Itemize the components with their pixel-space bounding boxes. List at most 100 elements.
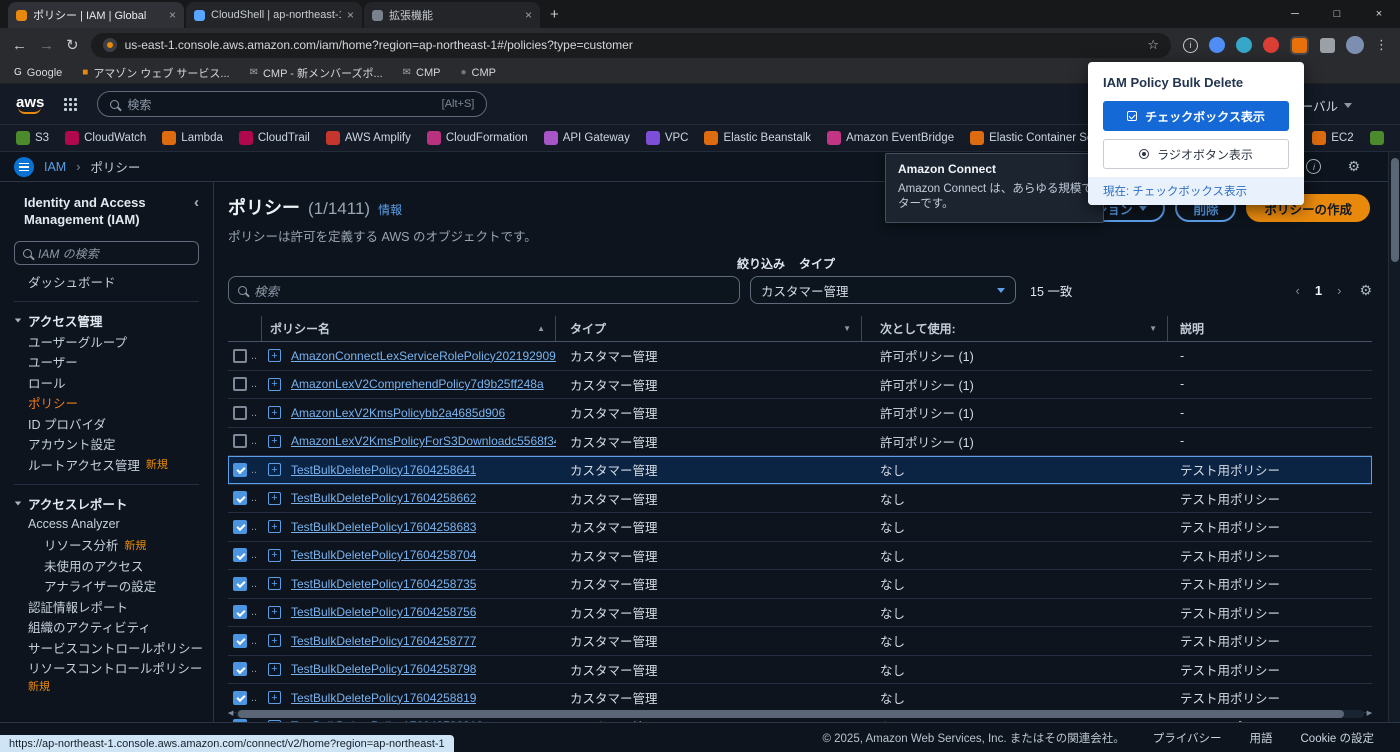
- table-row[interactable]: .. + TestBulkDeletePolicy17604258641 カスタマー管…: [228, 456, 1372, 485]
- sidebar-item[interactable]: ID プロバイダ: [0, 413, 213, 434]
- expand-policy-icon[interactable]: +: [268, 349, 281, 363]
- cookie-settings-link[interactable]: Cookie の設定: [1301, 730, 1375, 746]
- extensions-puzzle-icon[interactable]: [1320, 37, 1335, 53]
- browser-tab[interactable]: CloudShell | ap-northeast-1 ×: [186, 2, 362, 28]
- expand-policy-icon[interactable]: +: [268, 662, 281, 676]
- current-page[interactable]: 1: [1315, 283, 1322, 298]
- terms-link[interactable]: 用語: [1250, 730, 1273, 746]
- info-icon[interactable]: i: [1306, 159, 1322, 174]
- row-checkbox[interactable]: [233, 434, 247, 449]
- sidebar-search-box[interactable]: IAM の検索: [14, 241, 199, 265]
- tab-close-icon[interactable]: ×: [347, 8, 354, 22]
- policy-name-link[interactable]: TestBulkDeletePolicy17604258756: [291, 605, 476, 619]
- service-favorite[interactable]: API Gateway: [543, 131, 630, 145]
- sidebar-item[interactable]: リソース分析 新規: [0, 535, 213, 556]
- service-favorite[interactable]: Lambda: [162, 131, 223, 145]
- breadcrumb-iam-link[interactable]: IAM: [44, 160, 66, 174]
- sidebar-item[interactable]: サービスコントロールポリシー: [0, 637, 213, 658]
- sidebar-item[interactable]: 未使用のアクセス: [0, 555, 213, 576]
- row-checkbox[interactable]: [233, 605, 247, 620]
- expand-policy-icon[interactable]: +: [268, 634, 281, 648]
- policy-name-link[interactable]: TestBulkDeletePolicy17604258735: [291, 577, 476, 591]
- sidebar-item[interactable]: ポリシー: [0, 393, 213, 414]
- tab-close-icon[interactable]: ×: [525, 8, 532, 22]
- expand-policy-icon[interactable]: +: [268, 434, 281, 448]
- horizontal-scroll-thumb[interactable]: [238, 709, 1344, 718]
- show-radio-buttons-button[interactable]: ラジオボタン表示: [1103, 139, 1289, 169]
- sidebar-item[interactable]: アナライザーの設定: [0, 576, 213, 597]
- info-link[interactable]: 情報: [378, 201, 402, 218]
- policy-name-link[interactable]: AmazonConnectLexServiceRolePolicy2021929…: [291, 349, 556, 363]
- sidebar-section-header[interactable]: アクセスレポート: [0, 494, 213, 515]
- expand-policy-icon[interactable]: +: [268, 463, 281, 477]
- services-grid-icon[interactable]: [64, 97, 77, 111]
- column-used-as[interactable]: 次として使用: ▼: [862, 316, 1168, 341]
- back-icon[interactable]: ←: [12, 37, 27, 54]
- row-checkbox[interactable]: [233, 690, 247, 705]
- expand-policy-icon[interactable]: +: [268, 377, 281, 391]
- browser-tab[interactable]: 拡張機能 ×: [364, 2, 540, 28]
- privacy-link[interactable]: プライバシー: [1153, 730, 1222, 746]
- table-row[interactable]: .. + AmazonLexV2KmsPolicyForS3Downloadc556…: [228, 428, 1372, 456]
- browser-menu-icon[interactable]: ⋮: [1375, 37, 1388, 53]
- row-checkbox[interactable]: [233, 405, 247, 420]
- sidebar-item[interactable]: ロール: [0, 372, 213, 393]
- service-favorite[interactable]: CloudFormation: [426, 131, 528, 145]
- extension-icon-teal[interactable]: [1236, 37, 1252, 53]
- table-row[interactable]: .. + TestBulkDeletePolicy17604258756 カスタマー管…: [228, 599, 1372, 627]
- sidebar-item[interactable]: ユーザー: [0, 352, 213, 373]
- sidebar-collapse-icon[interactable]: ‹: [194, 194, 199, 211]
- table-row[interactable]: .. + TestBulkDeletePolicy17604258798 カスタマー管…: [228, 656, 1372, 684]
- window-maximize-button[interactable]: □: [1316, 0, 1358, 28]
- expand-policy-icon[interactable]: +: [268, 691, 281, 705]
- extension-icon-red[interactable]: [1263, 37, 1279, 53]
- scroll-left-icon[interactable]: ◀: [228, 709, 233, 718]
- reload-icon[interactable]: ↻: [66, 36, 79, 54]
- row-checkbox[interactable]: [233, 548, 247, 563]
- sidebar-section-header[interactable]: アクセス管理: [0, 311, 213, 332]
- row-checkbox[interactable]: [233, 519, 247, 534]
- vertical-scroll-thumb[interactable]: [1391, 158, 1399, 262]
- policy-search-input[interactable]: 検索: [228, 276, 740, 304]
- iam-bulk-delete-extension-icon[interactable]: [1292, 37, 1307, 53]
- policy-name-link[interactable]: TestBulkDeletePolicy17604258662: [291, 491, 476, 505]
- service-favorite[interactable]: Amazon EventBridge: [827, 131, 954, 145]
- row-checkbox[interactable]: [233, 633, 247, 648]
- window-minimize-button[interactable]: ─: [1274, 0, 1316, 28]
- horizontal-scroll-track[interactable]: [236, 709, 1364, 718]
- policy-type-select[interactable]: カスタマー管理: [750, 276, 1016, 304]
- service-favorite[interactable]: S3: [16, 131, 49, 145]
- next-page-icon[interactable]: ›: [1337, 283, 1341, 298]
- bookmark-item[interactable]: G Google: [14, 67, 62, 79]
- bookmark-item[interactable]: ✉ CMP: [403, 67, 441, 79]
- bookmark-item[interactable]: ■ アマゾン ウェブ サービス...: [82, 65, 229, 81]
- console-search-box[interactable]: 検索 [Alt+S]: [97, 91, 488, 117]
- service-favorite[interactable]: Elastic Beanstalk: [704, 131, 811, 145]
- browser-tab[interactable]: ポリシー | IAM | Global ×: [8, 2, 184, 28]
- bookmark-star-icon[interactable]: ☆: [1147, 37, 1159, 53]
- column-type[interactable]: タイプ ▼: [556, 316, 862, 341]
- profile-avatar[interactable]: [1346, 36, 1364, 54]
- expand-policy-icon[interactable]: +: [268, 406, 281, 420]
- table-row[interactable]: .. + TestBulkDeletePolicy17604258683 カスタマー管…: [228, 513, 1372, 542]
- bookmark-item[interactable]: ✉ CMP - 新メンバーズポ...: [250, 65, 383, 81]
- vertical-scrollbar[interactable]: [1388, 152, 1400, 722]
- sidebar-item[interactable]: アカウント設定: [0, 434, 213, 455]
- table-preferences-gear-icon[interactable]: ⚙: [1359, 282, 1372, 299]
- service-favorite[interactable]: CloudTrail: [238, 131, 310, 145]
- sidebar-item[interactable]: ユーザーグループ: [0, 331, 213, 352]
- row-checkbox[interactable]: [233, 662, 247, 677]
- policy-name-link[interactable]: TestBulkDeletePolicy17604258641: [291, 463, 476, 477]
- table-row[interactable]: .. + AmazonLexV2KmsPolicybb2a4685d906 カスタマー…: [228, 399, 1372, 428]
- expand-policy-icon[interactable]: +: [268, 577, 281, 591]
- sidebar-item[interactable]: Access Analyzer: [0, 514, 213, 535]
- address-bar[interactable]: us-east-1.console.aws.amazon.com/iam/hom…: [90, 32, 1171, 58]
- table-row[interactable]: .. + TestBulkDeletePolicy17604258735 カスタマー管…: [228, 570, 1372, 599]
- row-checkbox[interactable]: [233, 491, 247, 506]
- aws-logo[interactable]: aws: [16, 94, 44, 114]
- table-row[interactable]: .. + AmazonConnectLexServiceRolePolicy2021…: [228, 342, 1372, 371]
- sidebar-item[interactable]: 組織のアクティビティ: [0, 617, 213, 638]
- window-close-button[interactable]: ×: [1358, 0, 1400, 28]
- column-policy-name[interactable]: ポリシー名 ▲: [262, 316, 556, 341]
- info-extension-icon[interactable]: i: [1183, 37, 1198, 53]
